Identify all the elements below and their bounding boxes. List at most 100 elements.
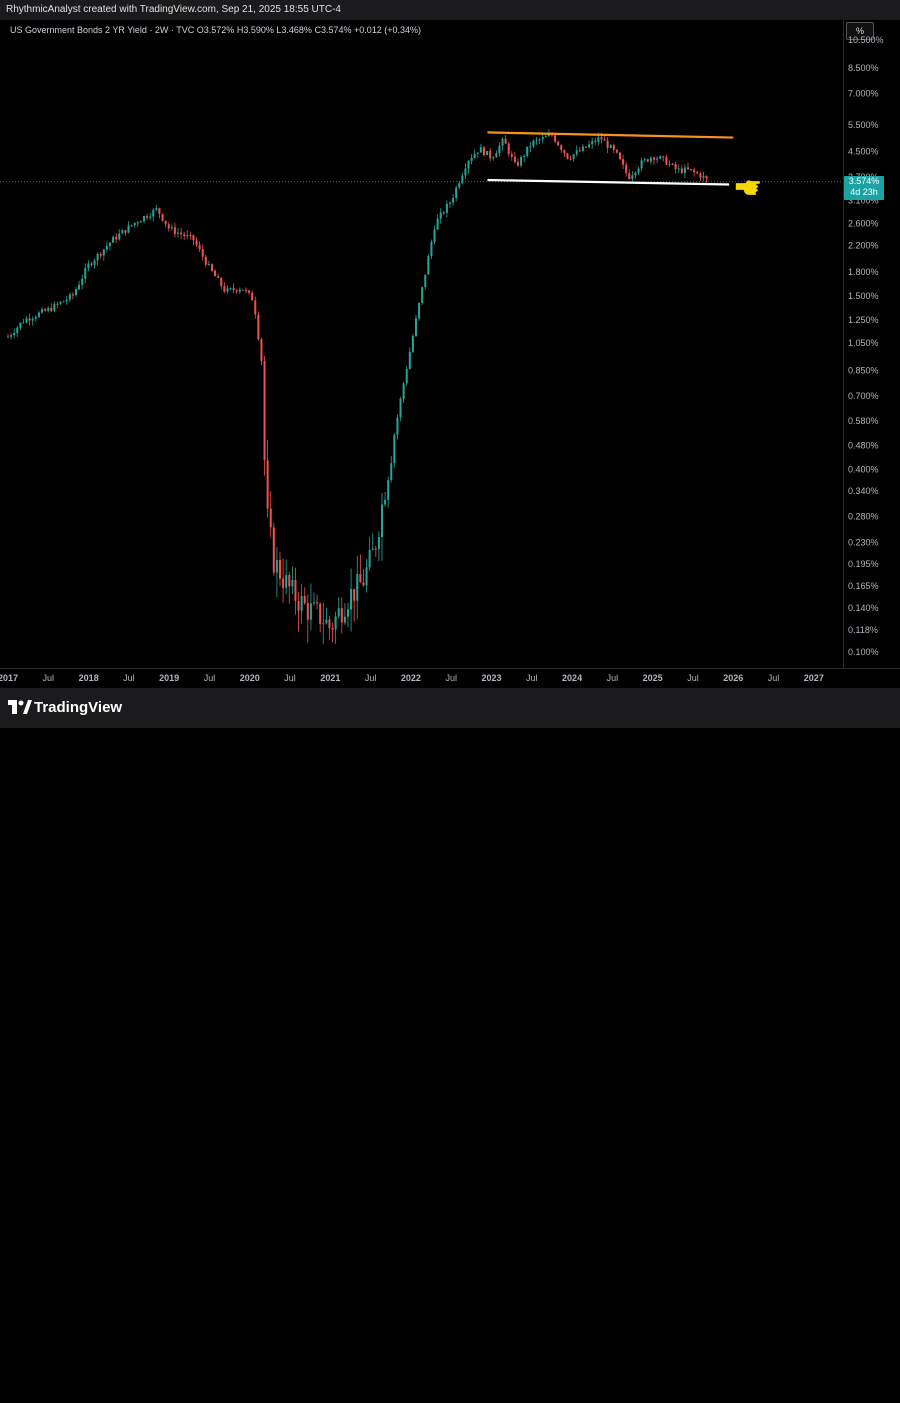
candle-body [62,301,65,303]
candle-body [597,137,600,142]
candle-body [334,616,337,630]
candle-body [600,137,603,140]
candle-body [557,141,560,146]
candle-body [690,169,693,171]
candle-body [331,627,334,630]
x-tick-label: Jul [204,673,216,683]
candle-body [516,162,519,166]
candle-body [603,139,606,141]
candle-body [71,294,74,296]
candle-body [328,619,331,628]
candle-body [501,138,504,146]
x-tick-label: 2017 [0,673,18,683]
candle-body [498,145,501,154]
candle-body [288,575,291,587]
candle-body [291,579,294,587]
candle-body [612,145,615,150]
candle-body [102,249,105,256]
candle-body [662,156,665,158]
candle-body [652,157,655,160]
candle-body [414,318,417,336]
candle-body [241,289,244,291]
candle-body [105,246,108,250]
candle-body [22,322,25,324]
candle-body [263,361,266,461]
candle-body [149,216,152,218]
candle-body [275,559,278,573]
candle-body [424,274,427,288]
candle-body [217,276,220,278]
candle-body [507,143,510,155]
y-tick-label: 5.500% [848,120,879,130]
candle-body [353,589,356,601]
candle-body [195,240,198,246]
last-price-badge: 3.574% 4d 23h [844,176,884,200]
candle-body [569,158,572,160]
candle-body [510,154,513,157]
tradingview-logo-icon [8,1387,30,1403]
candle-body [340,608,343,623]
x-tick-label: Jul [123,673,135,683]
candle-body [384,499,387,505]
y-tick-label: 0.580% [848,416,879,426]
candle-body [325,619,328,624]
candle-body [93,260,96,265]
x-tick-label: 2026 [723,673,743,683]
candle-body [300,595,303,611]
y-tick-label: 2.200% [848,241,879,251]
candle-body [520,156,523,166]
candle-body [204,256,207,265]
candle-body [677,168,680,170]
candle-body [686,167,689,170]
candle-body [96,253,99,261]
candle-body [28,318,31,321]
y-tick-label: 4.500% [848,146,879,156]
pointing-hand-icon [734,179,762,197]
candle-body [235,290,238,292]
y-tick-label: 0.400% [848,465,879,475]
candle-body [634,172,637,176]
candle-body [356,574,359,601]
candle-body [532,140,535,147]
candle-body [19,322,22,328]
candle-body [572,154,575,159]
x-tick-label: Jul [607,673,619,683]
candle-body [618,152,621,160]
candle-body [53,303,56,311]
candle-body [87,263,90,269]
candle-body [408,351,411,369]
candle-body [461,175,464,184]
candle-body [251,292,254,301]
candle-body [161,213,164,221]
candle-body [455,187,458,198]
candle-body [594,141,597,143]
tradingview-brand: TradingView [34,699,123,716]
candle-body [155,208,158,210]
candle-body [442,212,445,214]
candle-body [396,417,399,435]
candle-body [693,169,696,172]
candle-body [699,173,702,178]
x-tick-label: 2025 [643,673,663,683]
candle-body [186,235,189,237]
candle-body [387,480,390,500]
candle-body [640,160,643,169]
y-tick-label: 0.280% [848,512,879,522]
candle-body [399,398,402,418]
y-tick-label: 2.600% [848,219,879,229]
candle-body [538,139,541,141]
x-tick-label: 2024 [562,673,582,683]
candle-body [244,289,247,291]
candle-body [312,602,315,604]
chart-svg: 10.500%8.500%7.000%5.500%4.500%3.700%3.1… [0,35,884,683]
y-tick-label: 0.195% [848,559,879,569]
candle-body [411,335,414,352]
candle-body [350,589,353,610]
candle-body [65,299,68,302]
candle-body [223,286,226,292]
candle-body [421,287,424,303]
candle-body [418,302,421,319]
candle-body [665,156,668,165]
candle-body [297,600,300,611]
candle-body [584,146,587,148]
